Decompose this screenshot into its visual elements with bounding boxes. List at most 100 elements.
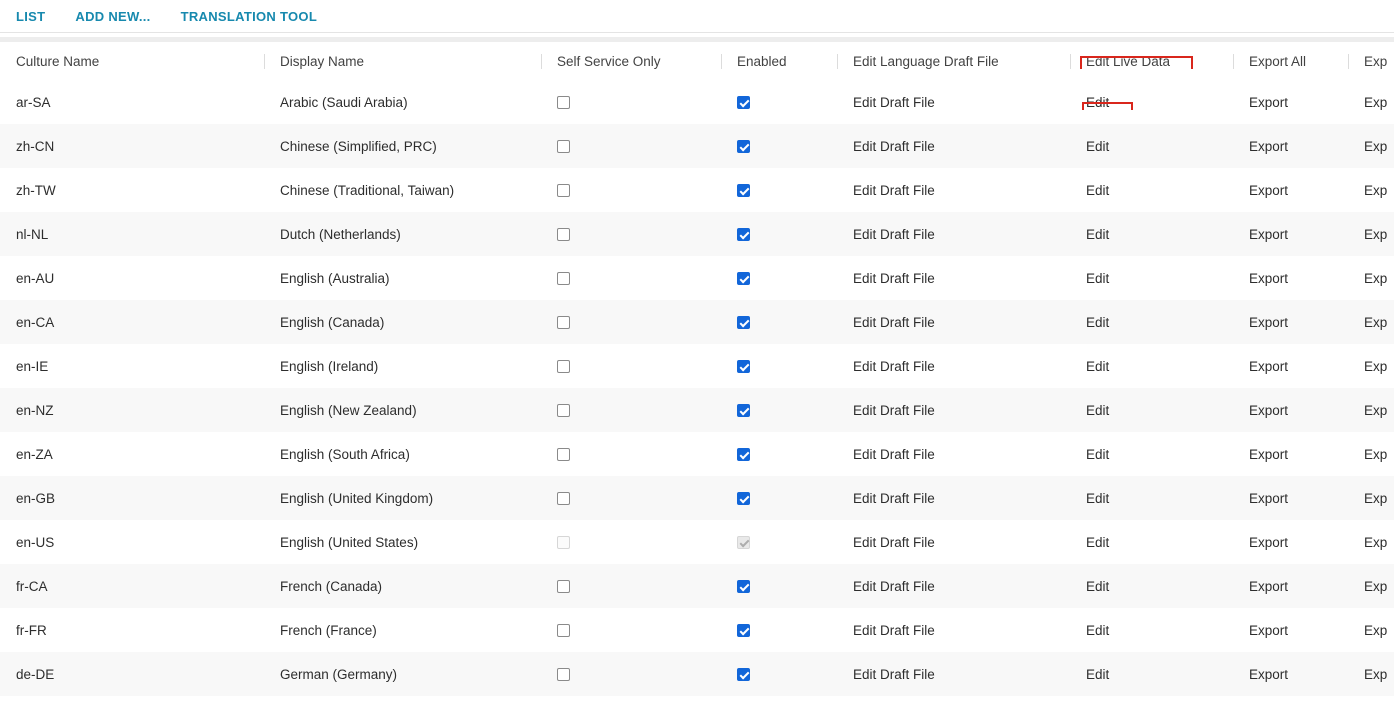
edit-draft-file-link[interactable]: Edit Draft File bbox=[853, 227, 935, 242]
enabled-checkbox[interactable] bbox=[737, 272, 750, 286]
enabled-checkbox[interactable] bbox=[737, 448, 750, 462]
edit-live-data-cell: Edit bbox=[1070, 579, 1233, 594]
export-all-link[interactable]: Export bbox=[1249, 403, 1288, 418]
export-partial-link[interactable]: Exp bbox=[1364, 579, 1387, 594]
enabled-checkbox[interactable] bbox=[737, 492, 750, 506]
display-name-cell: English (United Kingdom) bbox=[280, 490, 434, 506]
edit-live-data-link[interactable]: Edit bbox=[1086, 403, 1109, 418]
enabled-checkbox[interactable] bbox=[737, 140, 750, 154]
edit-draft-file-link[interactable]: Edit Draft File bbox=[853, 271, 935, 286]
export-all-link[interactable]: Export bbox=[1249, 667, 1288, 682]
edit-live-data-link[interactable]: Edit bbox=[1086, 447, 1109, 462]
export-all-link[interactable]: Export bbox=[1249, 271, 1288, 286]
edit-draft-file-link[interactable]: Edit Draft File bbox=[853, 139, 935, 154]
edit-live-data-link[interactable]: Edit bbox=[1086, 491, 1109, 506]
edit-live-data-link[interactable]: Edit bbox=[1086, 139, 1109, 154]
self-service-checkbox[interactable] bbox=[557, 668, 570, 682]
self-service-checkbox[interactable] bbox=[557, 272, 570, 286]
edit-draft-file-link[interactable]: Edit Draft File bbox=[853, 447, 935, 462]
self-service-checkbox[interactable] bbox=[557, 96, 570, 110]
self-service-checkbox[interactable] bbox=[557, 184, 570, 198]
table-row: de-DE German (Germany) Edit Draft File E… bbox=[0, 652, 1394, 696]
export-all-link[interactable]: Export bbox=[1249, 535, 1288, 550]
edit-draft-file-link[interactable]: Edit Draft File bbox=[853, 491, 935, 506]
self-service-checkbox[interactable] bbox=[557, 140, 570, 154]
nav-tab-add-new[interactable]: ADD NEW... bbox=[75, 9, 150, 24]
export-partial-link[interactable]: Exp bbox=[1364, 95, 1387, 110]
edit-draft-file-link[interactable]: Edit Draft File bbox=[853, 359, 935, 374]
export-all-link[interactable]: Export bbox=[1249, 579, 1288, 594]
edit-live-data-link[interactable]: Edit bbox=[1086, 623, 1109, 638]
self-service-checkbox[interactable] bbox=[557, 404, 570, 418]
enabled-checkbox[interactable] bbox=[737, 624, 750, 638]
self-service-checkbox[interactable] bbox=[557, 492, 570, 506]
self-service-checkbox[interactable] bbox=[557, 316, 570, 330]
edit-live-data-link[interactable]: Edit bbox=[1086, 535, 1109, 550]
export-all-cell: Export bbox=[1233, 623, 1348, 638]
enabled-checkbox[interactable] bbox=[737, 96, 750, 110]
enabled-checkbox[interactable] bbox=[737, 316, 750, 330]
export-partial-link[interactable]: Exp bbox=[1364, 535, 1387, 550]
edit-live-data-link[interactable]: Edit bbox=[1086, 95, 1109, 110]
edit-live-data-link[interactable]: Edit bbox=[1086, 667, 1109, 682]
edit-live-data-link[interactable]: Edit bbox=[1086, 271, 1109, 286]
edit-live-data-link[interactable]: Edit bbox=[1086, 227, 1109, 242]
self-service-checkbox[interactable] bbox=[557, 228, 570, 242]
column-header-enabled: Enabled bbox=[721, 54, 837, 69]
display-name-cell: English (New Zealand) bbox=[280, 402, 417, 418]
export-all-link[interactable]: Export bbox=[1249, 623, 1288, 638]
export-all-link[interactable]: Export bbox=[1249, 227, 1288, 242]
export-partial-cell: Exp bbox=[1348, 491, 1394, 506]
export-partial-link[interactable]: Exp bbox=[1364, 315, 1387, 330]
edit-draft-file-link[interactable]: Edit Draft File bbox=[853, 315, 935, 330]
nav-tab-translation-tool[interactable]: TRANSLATION TOOL bbox=[181, 9, 317, 24]
export-partial-cell: Exp bbox=[1348, 667, 1394, 682]
export-partial-link[interactable]: Exp bbox=[1364, 667, 1387, 682]
export-partial-cell: Exp bbox=[1348, 315, 1394, 330]
culture-name-cell: en-AU bbox=[16, 270, 55, 286]
enabled-checkbox[interactable] bbox=[737, 404, 750, 418]
edit-live-data-link[interactable]: Edit bbox=[1086, 315, 1109, 330]
export-partial-link[interactable]: Exp bbox=[1364, 139, 1387, 154]
export-partial-link[interactable]: Exp bbox=[1364, 227, 1387, 242]
table-row: zh-CN Chinese (Simplified, PRC) Edit Dra… bbox=[0, 124, 1394, 168]
edit-draft-file-link[interactable]: Edit Draft File bbox=[853, 667, 935, 682]
self-service-checkbox[interactable] bbox=[557, 580, 570, 594]
export-all-link[interactable]: Export bbox=[1249, 139, 1288, 154]
export-all-link[interactable]: Export bbox=[1249, 315, 1288, 330]
export-partial-link[interactable]: Exp bbox=[1364, 623, 1387, 638]
export-partial-link[interactable]: Exp bbox=[1364, 271, 1387, 286]
edit-live-data-link[interactable]: Edit bbox=[1086, 359, 1109, 374]
enabled-checkbox[interactable] bbox=[737, 360, 750, 374]
export-all-link[interactable]: Export bbox=[1249, 491, 1288, 506]
enabled-checkbox[interactable] bbox=[737, 184, 750, 198]
self-service-cell bbox=[541, 359, 721, 374]
self-service-checkbox[interactable] bbox=[557, 360, 570, 374]
edit-live-data-link[interactable]: Edit bbox=[1086, 579, 1109, 594]
edit-live-data-cell: Edit bbox=[1070, 623, 1233, 638]
edit-draft-file-link[interactable]: Edit Draft File bbox=[853, 403, 935, 418]
self-service-checkbox[interactable] bbox=[557, 448, 570, 462]
export-partial-link[interactable]: Exp bbox=[1364, 403, 1387, 418]
export-all-cell: Export bbox=[1233, 491, 1348, 506]
export-all-link[interactable]: Export bbox=[1249, 183, 1288, 198]
export-all-link[interactable]: Export bbox=[1249, 359, 1288, 374]
export-partial-link[interactable]: Exp bbox=[1364, 447, 1387, 462]
export-partial-link[interactable]: Exp bbox=[1364, 491, 1387, 506]
enabled-checkbox[interactable] bbox=[737, 228, 750, 242]
enabled-checkbox[interactable] bbox=[737, 580, 750, 594]
edit-draft-file-link[interactable]: Edit Draft File bbox=[853, 183, 935, 198]
export-partial-link[interactable]: Exp bbox=[1364, 359, 1387, 374]
enabled-checkbox[interactable] bbox=[737, 668, 750, 682]
export-all-link[interactable]: Export bbox=[1249, 95, 1288, 110]
export-all-link[interactable]: Export bbox=[1249, 447, 1288, 462]
edit-draft-file-link[interactable]: Edit Draft File bbox=[853, 579, 935, 594]
export-partial-link[interactable]: Exp bbox=[1364, 183, 1387, 198]
edit-draft-file-link[interactable]: Edit Draft File bbox=[853, 95, 935, 110]
nav-tab-list[interactable]: LIST bbox=[16, 9, 45, 24]
edit-draft-file-link[interactable]: Edit Draft File bbox=[853, 623, 935, 638]
display-name-cell: French (France) bbox=[280, 622, 377, 638]
self-service-checkbox[interactable] bbox=[557, 624, 570, 638]
edit-live-data-link[interactable]: Edit bbox=[1086, 183, 1109, 198]
edit-draft-file-link[interactable]: Edit Draft File bbox=[853, 535, 935, 550]
